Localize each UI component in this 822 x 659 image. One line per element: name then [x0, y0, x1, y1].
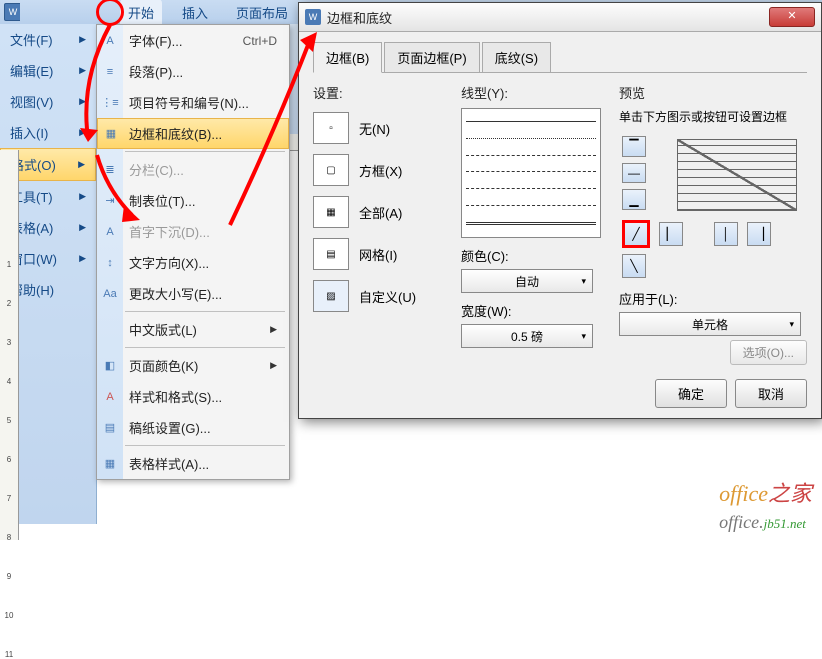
tabs-icon: ⇥	[102, 193, 118, 209]
sub-borders-shading[interactable]: ▦边框和底纹(B)...	[97, 118, 289, 149]
tab-layout[interactable]: 页面布局	[228, 0, 296, 26]
sub-text-direction[interactable]: ↕文字方向(X)...	[97, 247, 289, 278]
preset-box[interactable]: ▢方框(X)	[313, 154, 443, 186]
preset-grid-icon: ▤	[313, 238, 349, 270]
preset-grid[interactable]: ▤网格(I)	[313, 238, 443, 270]
preview-hint: 单击下方图示或按钮可设置边框	[619, 108, 807, 125]
tablestyle-icon: ▦	[102, 456, 118, 472]
dropcap-icon: A	[102, 224, 118, 240]
ribbon-tabs: 开始 插入 页面布局	[20, 0, 296, 24]
preset-none-icon: ▫	[313, 112, 349, 144]
paragraph-icon: ≡	[102, 64, 118, 80]
tab-page-border[interactable]: 页面边框(P)	[384, 42, 479, 72]
preview-box[interactable]	[677, 139, 797, 211]
sub-tabs[interactable]: ⇥制表位(T)...	[97, 185, 289, 216]
color-select[interactable]: 自动	[461, 269, 593, 293]
styles-icon: A	[102, 389, 118, 405]
edge-left-button[interactable]: ▏	[659, 222, 683, 246]
sub-styles[interactable]: A样式和格式(S)...	[97, 381, 289, 412]
pagecolor-icon: ◧	[102, 358, 118, 374]
menu-edit[interactable]: 编辑(E)▶	[0, 55, 96, 86]
ok-button[interactable]: 确定	[655, 379, 727, 408]
tab-insert[interactable]: 插入	[174, 0, 216, 26]
preset-all-icon: ▦	[313, 196, 349, 228]
textdir-icon: ↕	[102, 255, 118, 271]
line-label: 线型(Y):	[461, 83, 601, 102]
paper-icon: ▤	[102, 420, 118, 436]
sub-paragraph[interactable]: ≡段落(P)...	[97, 56, 289, 87]
edge-diag-up-button[interactable]: ╲	[622, 254, 646, 278]
format-submenu: A字体(F)...Ctrl+D ≡段落(P)... ⋮≡项目符号和编号(N)..…	[96, 24, 290, 480]
menu-file[interactable]: 文件(F)▶	[0, 24, 96, 55]
cancel-button[interactable]: 取消	[735, 379, 807, 408]
setting-label: 设置:	[313, 83, 443, 102]
edge-vmid-button[interactable]: │	[714, 222, 738, 246]
preset-custom[interactable]: ▨自定义(U)	[313, 280, 443, 312]
preview-label: 预览	[619, 83, 807, 102]
sub-dropcap: A首字下沉(D)...	[97, 216, 289, 247]
edge-top-button[interactable]: ▔	[622, 136, 646, 157]
sub-paper[interactable]: ▤稿纸设置(G)...	[97, 412, 289, 443]
tab-start[interactable]: 开始	[120, 0, 162, 26]
border-icon: ▦	[103, 126, 119, 142]
width-select[interactable]: 0.5 磅	[461, 324, 593, 348]
line-style-list[interactable]	[461, 108, 601, 238]
dialog-icon: W	[305, 9, 321, 25]
vertical-ruler: 1234567891011	[0, 150, 19, 540]
dialog-tabs: 边框(B) 页面边框(P) 底纹(S)	[313, 42, 807, 73]
bullets-icon: ⋮≡	[102, 95, 118, 111]
menu-view[interactable]: 视图(V)▶	[0, 86, 96, 117]
preset-custom-icon: ▨	[313, 280, 349, 312]
dialog-title: 边框和底纹	[327, 8, 392, 27]
edge-bottom-button[interactable]: ▁	[622, 189, 646, 210]
menu-insert[interactable]: 插入(I)▶	[0, 117, 96, 148]
edge-diag-down-button[interactable]: ╱	[622, 220, 650, 248]
sub-columns: ≣分栏(C)...	[97, 154, 289, 185]
sub-table-style[interactable]: ▦表格样式(A)...	[97, 448, 289, 479]
preset-box-icon: ▢	[313, 154, 349, 186]
preset-none[interactable]: ▫无(N)	[313, 112, 443, 144]
width-label: 宽度(W):	[461, 301, 601, 320]
options-button: 选项(O)...	[730, 340, 807, 365]
sub-change-case[interactable]: Aa更改大小写(E)...	[97, 278, 289, 309]
borders-shading-dialog: W 边框和底纹 ✕ 边框(B) 页面边框(P) 底纹(S) 设置: ▫无(N) …	[298, 2, 822, 419]
tab-border[interactable]: 边框(B)	[313, 42, 382, 73]
preset-all[interactable]: ▦全部(A)	[313, 196, 443, 228]
apply-label: 应用于(L):	[619, 289, 807, 308]
case-icon: Aa	[102, 286, 118, 302]
color-label: 颜色(C):	[461, 246, 601, 265]
tab-shading[interactable]: 底纹(S)	[482, 42, 551, 72]
font-icon: A	[102, 33, 118, 49]
watermark: office之家 office.jb51.net	[719, 476, 812, 534]
close-button[interactable]: ✕	[769, 7, 815, 27]
sub-font[interactable]: A字体(F)...Ctrl+D	[97, 25, 289, 56]
columns-icon: ≣	[102, 162, 118, 178]
sub-bullets[interactable]: ⋮≡项目符号和编号(N)...	[97, 87, 289, 118]
apply-select[interactable]: 单元格	[619, 312, 801, 336]
edge-mid-button[interactable]: —	[622, 163, 646, 184]
sub-asian-layout[interactable]: 中文版式(L)▶	[97, 314, 289, 345]
sub-page-color[interactable]: ◧页面颜色(K)▶	[97, 350, 289, 381]
edge-right-button[interactable]: ▕	[747, 222, 771, 246]
dialog-title-bar[interactable]: W 边框和底纹 ✕	[299, 3, 821, 32]
